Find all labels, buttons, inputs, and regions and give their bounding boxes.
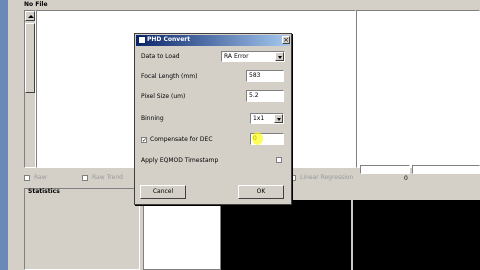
raw-trend-checkbox[interactable] [82,175,88,181]
image-divider [351,200,353,270]
focal-length-input[interactable]: 583 [246,70,284,82]
focal-length-label: Focal Length (mm) [141,73,198,80]
close-button[interactable]: × [282,36,290,44]
compensate-dec-label: Compensate for DEC [150,136,213,143]
linear-regression-label: Linear Regression [300,174,354,181]
image-preview-white [143,205,221,270]
app-icon [138,36,146,44]
slider-value: 0 [404,175,408,182]
vertical-scrollbar[interactable] [24,10,36,168]
slider-field[interactable] [360,165,410,174]
statistics-group [24,188,140,270]
data-to-load-select[interactable]: RA Error [221,51,285,62]
pixel-size-label: Pixel Size (um) [141,93,186,100]
raw-label: Raw [34,174,47,181]
up-arrow-icon [28,15,34,18]
scroll-thumb[interactable] [25,23,35,93]
binning-value: 1x1 [253,115,265,122]
binning-select[interactable]: 1x1 [250,113,284,124]
cancel-button[interactable]: Cancel [140,185,186,199]
compensate-dec-checkbox[interactable]: ✓ [141,137,147,144]
menu-bar [8,0,480,10]
scroll-up-button[interactable] [25,11,35,21]
chevron-down-icon[interactable] [275,52,284,61]
binning-label: Binning [141,115,164,122]
raw-checkbox[interactable] [24,175,30,181]
cursor-highlight [252,132,263,145]
eqmod-timestamp-checkbox[interactable] [276,157,282,163]
data-to-load-label: Data to Load [141,53,180,60]
statistics-label: Statistics [28,188,60,195]
desktop-strip [0,0,8,270]
raw-trend-label: Raw Trend [92,174,123,181]
side-panel [356,10,480,168]
data-to-load-value: RA Error [224,53,249,60]
file-title: No File [24,1,48,8]
dialog-title: PHD Convert [147,36,191,43]
pixel-size-input[interactable]: 5.2 [246,90,284,102]
chevron-down-icon[interactable] [274,114,283,123]
ok-button[interactable]: OK [238,185,284,199]
close-icon: × [283,36,289,44]
range-field[interactable] [412,165,480,174]
eqmod-timestamp-label: Apply EQMOD Timestamp [141,157,219,164]
